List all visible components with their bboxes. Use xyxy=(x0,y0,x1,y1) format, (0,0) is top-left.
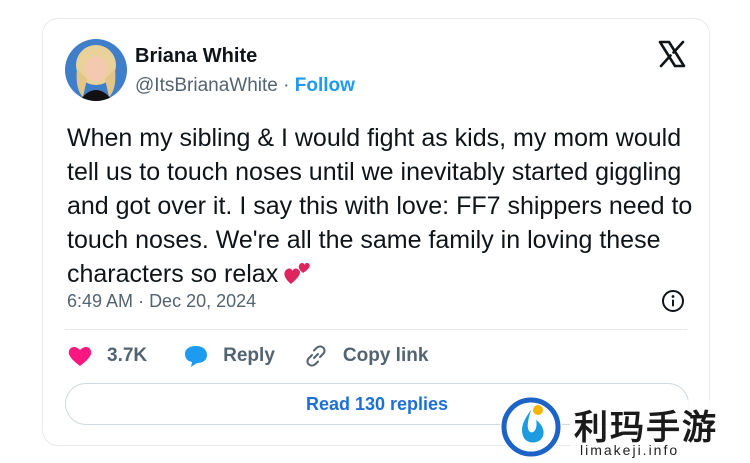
copy-link-label: Copy link xyxy=(342,345,429,366)
heart-icon xyxy=(68,347,92,366)
action-bar: 3.7K Reply Copy link xyxy=(67,341,428,371)
separator: · xyxy=(277,75,295,96)
watermark-logo-icon xyxy=(500,396,562,458)
tweet-time: 6:49 AM xyxy=(67,291,134,311)
two-hearts-icon xyxy=(282,260,312,295)
tweet-card: Briana White @ItsBrianaWhite · Follow Wh… xyxy=(42,18,710,446)
author-handle[interactable]: @ItsBrianaWhite xyxy=(135,75,278,96)
reply-button[interactable]: Reply xyxy=(183,344,275,368)
link-icon xyxy=(306,345,326,367)
avatar[interactable] xyxy=(65,39,127,101)
tweet-timestamp[interactable]: 6:49 AM · Dec 20, 2024 xyxy=(67,291,256,312)
reply-label: Reply xyxy=(223,345,275,366)
tweet-date: Dec 20, 2024 xyxy=(149,291,257,311)
like-button[interactable]: 3.7K xyxy=(67,344,147,368)
follow-button[interactable]: Follow xyxy=(295,75,355,96)
watermark-url: limakeji.info xyxy=(580,442,680,458)
avatar-image xyxy=(65,39,127,101)
handle-row: @ItsBrianaWhite · Follow xyxy=(135,75,355,97)
meta-separator: · xyxy=(138,291,150,311)
like-count: 3.7K xyxy=(107,345,148,366)
reply-bubble-icon xyxy=(185,346,208,367)
info-icon[interactable] xyxy=(661,289,685,313)
copy-link-button[interactable]: Copy link xyxy=(303,344,429,368)
tweet-body: When my sibling & I would fight as kids,… xyxy=(67,124,693,288)
divider xyxy=(65,329,687,330)
tweet-text: When my sibling & I would fight as kids,… xyxy=(67,121,697,295)
author-name[interactable]: Briana White xyxy=(135,45,257,68)
x-logo-icon[interactable] xyxy=(657,39,687,69)
